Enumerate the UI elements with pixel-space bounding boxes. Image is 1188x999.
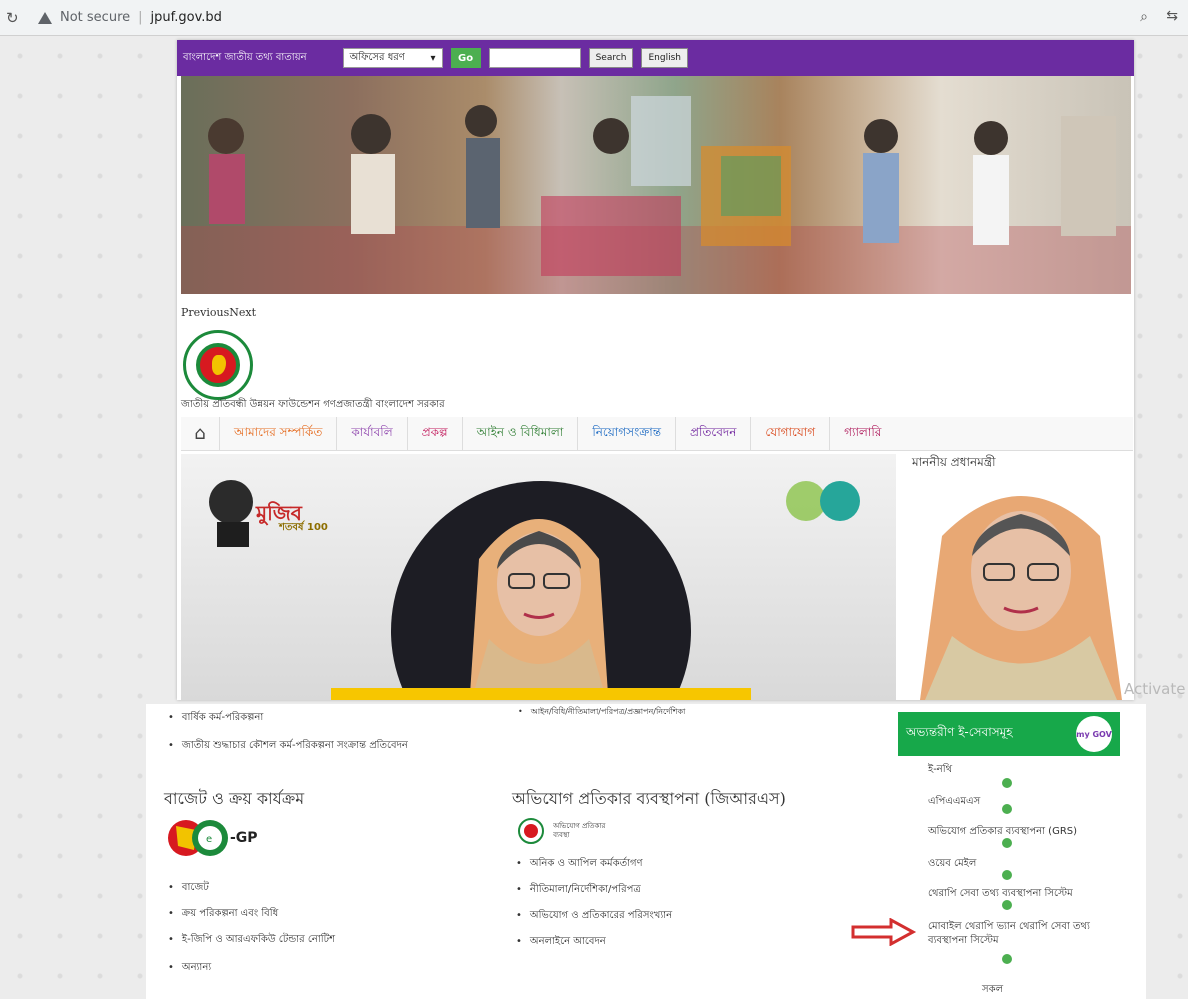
go-button[interactable]: Go [450,48,481,68]
budget-section-title: বাজেট ও ক্রয় কার্যক্রম [164,789,305,808]
list-item[interactable]: ক্রয় পরিকল্পনা এবং বিধি [168,906,278,923]
grs-emblem-icon [518,818,544,844]
list-item[interactable]: ই-জিপি ও আরএফকিউ টেন্ডার নোটিশ [168,932,335,949]
chevron-down-icon: ▾ [430,52,436,64]
list-item[interactable]: বার্ষিক কর্ম-পরিকল্পনা [168,710,263,727]
activate-windows-watermark: Activate [1124,680,1186,698]
lower-content-section: বার্ষিক কর্ম-পরিকল্পনা জাতীয় শুদ্ধাচার … [146,704,1146,999]
grs-section-title: অভিযোগ প্রতিকার ব্যবস্থাপনা (জিআরএস) [512,789,786,808]
eservice-link[interactable]: ই-নথি [928,762,952,779]
prime-minister-portrait [469,519,609,700]
egp-logo[interactable]: e [166,816,276,860]
site-page: বাংলাদেশ জাতীয় তথ্য বাতায়ন অফিসের ধরণ … [177,40,1134,700]
hero-caption-bar [331,688,751,700]
egp-logo-text: -GP [230,830,258,846]
zoom-icon[interactable]: ⌕ [1140,9,1148,25]
status-dot-icon [1002,900,1012,910]
status-dot-icon [1002,804,1012,814]
eservice-link[interactable]: ওয়েব মেইল [928,856,976,873]
eservice-link[interactable]: এপিএএমএস [928,794,980,811]
url-text[interactable]: jpuf.gov.bd [151,10,222,25]
grs-logo[interactable]: অভিযোগ প্রতিকার ব্যবস্থা [518,818,613,844]
reload-icon[interactable]: ↻ [6,9,24,27]
home-icon[interactable]: ⌂ [181,423,219,444]
status-dot-icon [1002,954,1012,964]
svg-text:e: e [206,834,212,845]
eservices-title: অভ্যন্তরীণ ই-সেবাসমূহ [906,725,1013,739]
list-item[interactable]: আইন/বিধি/নীতিমালা/পরিপত্র/প্রজ্ঞাপন/নির্… [518,706,686,719]
mygov-logo[interactable]: my GOV [1076,716,1112,752]
nav-item-contact[interactable]: যোগাযোগ [750,416,829,451]
prime-minister-photo[interactable] [912,476,1130,700]
english-button[interactable]: English [641,48,688,68]
main-navigation: ⌂ আমাদের সম্পর্কিত কার্যাবলি প্রকল্প আইন… [181,416,1133,451]
office-select-value: অফিসের ধরণ [349,51,405,63]
all-services-link[interactable]: সকল [982,982,1003,999]
nav-item-projects[interactable]: প্রকল্প [406,416,462,451]
banner-slider-image [181,76,1131,294]
slider-prev-next[interactable]: PreviousNext [181,306,256,319]
government-emblem-logo[interactable] [183,330,253,400]
prime-minister-title: মাননীয় প্রধানমন্ত্রী [912,455,996,469]
search-input[interactable] [488,48,581,68]
share-icon[interactable]: ⇆ [1166,8,1178,24]
eservice-link[interactable]: থেরাপি সেবা তথ্য ব্যবস্থাপনা সিস্টেম [928,886,1073,903]
security-label[interactable]: Not secure [60,10,130,25]
nav-item-gallery[interactable]: গ্যালারি [829,416,895,451]
grs-logo-text: অভিযোগ প্রতিকার ব্যবস্থা [553,822,606,839]
status-dot-icon [1002,778,1012,788]
list-item[interactable]: অভিযোগ ও প্রতিকারের পরিসংখ্যান [516,908,672,925]
status-dot-icon [1002,838,1012,848]
list-item[interactable]: বাজেট [168,880,209,897]
office-type-select[interactable]: অফিসের ধরণ ▾ [342,48,443,68]
list-item[interactable]: অন্যান্য [168,960,211,977]
search-button[interactable]: Search [588,48,634,68]
status-dot-icon [1002,870,1012,880]
nav-item-recruitment[interactable]: নিয়োগসংক্রান্ত [577,416,675,451]
mujib-100-text: শতবর্ষ 100 [279,522,328,533]
bangladesh-map-icon [196,343,240,387]
nav-item-about[interactable]: আমাদের সম্পর্কিত [219,416,336,451]
eservices-header: অভ্যন্তরীণ ই-সেবাসমূহ my GOV [898,712,1120,756]
list-item[interactable]: নীতিমালা/নির্দেশিকা/পরিপত্র [516,882,641,899]
eservice-link[interactable]: মোবাইল থেরাপি ভ্যান থেরাপি সেবা তথ্য ব্য… [928,920,1118,948]
red-arrow-annotation-icon [851,918,917,946]
banner-photo [181,96,1131,294]
list-item[interactable]: জাতীয় শুদ্ধাচার কৌশল কর্ম-পরিকল্পনা সংক… [168,738,408,755]
browser-address-bar: ↻ Not secure | jpuf.gov.bd ⌕ ⇆ [0,0,1188,36]
nav-item-laws[interactable]: আইন ও বিধিমালা [461,416,578,451]
divider: | [138,10,143,25]
warning-icon [38,11,52,24]
organization-name: জাতীয় প্রতিবন্ধী উন্নয়ন ফাউন্ডেশন গণপ্… [181,399,445,410]
list-item[interactable]: অনলাইনে আবেদন [516,934,606,951]
list-item[interactable]: অনিক ও আপিল কর্মকর্তাগণ [516,856,643,873]
portal-top-bar: বাংলাদেশ জাতীয় তথ্য বাতায়ন অফিসের ধরণ … [177,40,1134,76]
nav-item-reports[interactable]: প্রতিবেদন [675,416,750,451]
digital-bangladesh-logo [786,481,860,521]
prime-minister-photo-image [920,496,1122,700]
hero-banner: মুজিব শতবর্ষ 100 [181,454,896,700]
portal-name[interactable]: বাংলাদেশ জাতীয় তথ্য বাতায়ন [183,50,307,67]
nav-item-activities[interactable]: কার্যাবলি [336,416,406,451]
